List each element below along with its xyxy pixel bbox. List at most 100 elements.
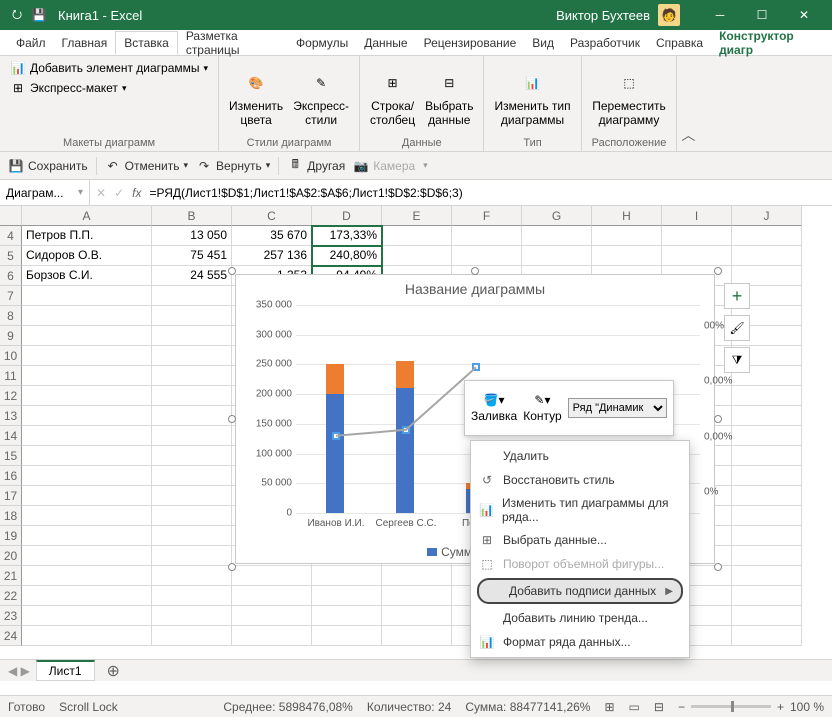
menu-select-data[interactable]: ⊞Выбрать данные... — [471, 528, 689, 552]
chevron-down-icon[interactable]: ▾ — [183, 160, 188, 171]
col-header[interactable]: A — [22, 206, 152, 226]
row-header[interactable]: 22 — [0, 586, 22, 606]
cell[interactable] — [152, 486, 232, 506]
cell[interactable] — [232, 566, 312, 586]
cell[interactable] — [732, 446, 802, 466]
qat-redo-button[interactable]: ↷Вернуть ▾ — [196, 158, 270, 174]
cell[interactable]: 13 050 — [152, 226, 232, 246]
cell[interactable]: 24 555 — [152, 266, 232, 286]
menu-format-series[interactable]: 📊Формат ряда данных... — [471, 630, 689, 654]
cell[interactable] — [662, 246, 732, 266]
cell[interactable] — [152, 326, 232, 346]
add-chart-element-button[interactable]: 📊Добавить элемент диаграммы ▾ — [10, 60, 208, 76]
cell[interactable]: 75 451 — [152, 246, 232, 266]
cell[interactable] — [152, 366, 232, 386]
cell[interactable] — [312, 586, 382, 606]
bar[interactable] — [396, 388, 414, 513]
cell[interactable] — [22, 466, 152, 486]
change-chart-type-button[interactable]: 📊Изменить тип диаграммы — [494, 69, 570, 127]
save-icon[interactable]: 💾 — [30, 6, 48, 24]
tab-help[interactable]: Справка — [648, 32, 711, 54]
cell[interactable] — [522, 246, 592, 266]
cell[interactable] — [152, 426, 232, 446]
cell[interactable] — [732, 566, 802, 586]
zoom-slider[interactable] — [691, 705, 771, 708]
row-header[interactable]: 21 — [0, 566, 22, 586]
cell[interactable] — [232, 606, 312, 626]
quick-styles-button[interactable]: ✎Экспресс- стили — [293, 69, 349, 127]
row-header[interactable]: 17 — [0, 486, 22, 506]
col-header[interactable]: G — [522, 206, 592, 226]
chart-styles-button[interactable]: 🖌 — [724, 315, 750, 341]
cell[interactable] — [22, 606, 152, 626]
fx-icon[interactable]: fx — [132, 186, 141, 200]
cell[interactable] — [152, 506, 232, 526]
fill-button[interactable]: 🪣▾Заливка — [471, 393, 517, 423]
cell[interactable] — [452, 226, 522, 246]
bar[interactable] — [326, 394, 344, 513]
zoom-out-button[interactable]: − — [678, 700, 685, 714]
row-header[interactable]: 14 — [0, 426, 22, 446]
series-select[interactable]: Ряд "Динамик — [568, 398, 667, 418]
cell[interactable] — [592, 246, 662, 266]
cell[interactable] — [732, 386, 802, 406]
col-header[interactable]: F — [452, 206, 522, 226]
menu-change-type[interactable]: 📊Изменить тип диаграммы для ряда... — [471, 492, 689, 528]
sheet-nav[interactable]: ◀ ▶ — [8, 664, 30, 678]
cell[interactable] — [382, 226, 452, 246]
cell[interactable] — [452, 246, 522, 266]
cell[interactable] — [152, 566, 232, 586]
row-header[interactable]: 8 — [0, 306, 22, 326]
cell[interactable]: Борзов С.И. — [22, 266, 152, 286]
avatar[interactable]: 🧑 — [658, 4, 680, 26]
cell[interactable]: 257 136 — [232, 246, 312, 266]
cell[interactable] — [732, 546, 802, 566]
cell[interactable]: 240,80% — [312, 246, 382, 266]
cell[interactable] — [312, 566, 382, 586]
row-header[interactable]: 15 — [0, 446, 22, 466]
cell[interactable] — [382, 586, 452, 606]
sheet-tab[interactable]: Лист1 — [36, 660, 95, 681]
cell[interactable] — [22, 546, 152, 566]
view-pagelayout-button[interactable]: ▭ — [629, 700, 640, 714]
cell[interactable] — [22, 426, 152, 446]
row-header[interactable]: 19 — [0, 526, 22, 546]
cell[interactable]: 173,33% — [312, 226, 382, 246]
handle-mr[interactable] — [714, 415, 722, 423]
col-header[interactable]: B — [152, 206, 232, 226]
row-header[interactable]: 7 — [0, 286, 22, 306]
row-header[interactable]: 6 — [0, 266, 22, 286]
cell[interactable] — [152, 286, 232, 306]
cell[interactable] — [152, 446, 232, 466]
chart-elements-button[interactable]: + — [724, 283, 750, 309]
switch-row-col-button[interactable]: ⊞Строка/ столбец — [370, 69, 415, 127]
handle-tr[interactable] — [714, 267, 722, 275]
row-header[interactable]: 11 — [0, 366, 22, 386]
tab-review[interactable]: Рецензирование — [416, 32, 525, 54]
cell[interactable] — [382, 626, 452, 646]
row-header[interactable]: 16 — [0, 466, 22, 486]
cell[interactable] — [22, 286, 152, 306]
cell[interactable] — [382, 246, 452, 266]
chevron-down-icon[interactable]: ▾ — [78, 187, 83, 198]
chart-filters-button[interactable]: ⧩ — [724, 347, 750, 373]
cell[interactable] — [732, 506, 802, 526]
add-sheet-button[interactable]: ⊕ — [101, 661, 126, 681]
cell[interactable] — [732, 586, 802, 606]
cell[interactable] — [732, 226, 802, 246]
cell[interactable] — [22, 586, 152, 606]
tab-developer[interactable]: Разработчик — [562, 32, 648, 54]
cell[interactable] — [22, 566, 152, 586]
collapse-ribbon-button[interactable]: ︿ — [677, 56, 703, 151]
zoom-control[interactable]: − + 100 % — [678, 700, 824, 714]
bar[interactable] — [326, 364, 344, 394]
data-point[interactable] — [402, 426, 410, 434]
cell[interactable]: Петров П.П. — [22, 226, 152, 246]
cell[interactable] — [382, 606, 452, 626]
tab-file[interactable]: Файл — [8, 32, 54, 54]
cell[interactable]: 35 670 — [232, 226, 312, 246]
cell[interactable]: Сидоров О.В. — [22, 246, 152, 266]
cell[interactable] — [152, 306, 232, 326]
quick-layout-button[interactable]: ⊞Экспресс-макет ▾ — [10, 80, 126, 96]
row-header[interactable]: 12 — [0, 386, 22, 406]
